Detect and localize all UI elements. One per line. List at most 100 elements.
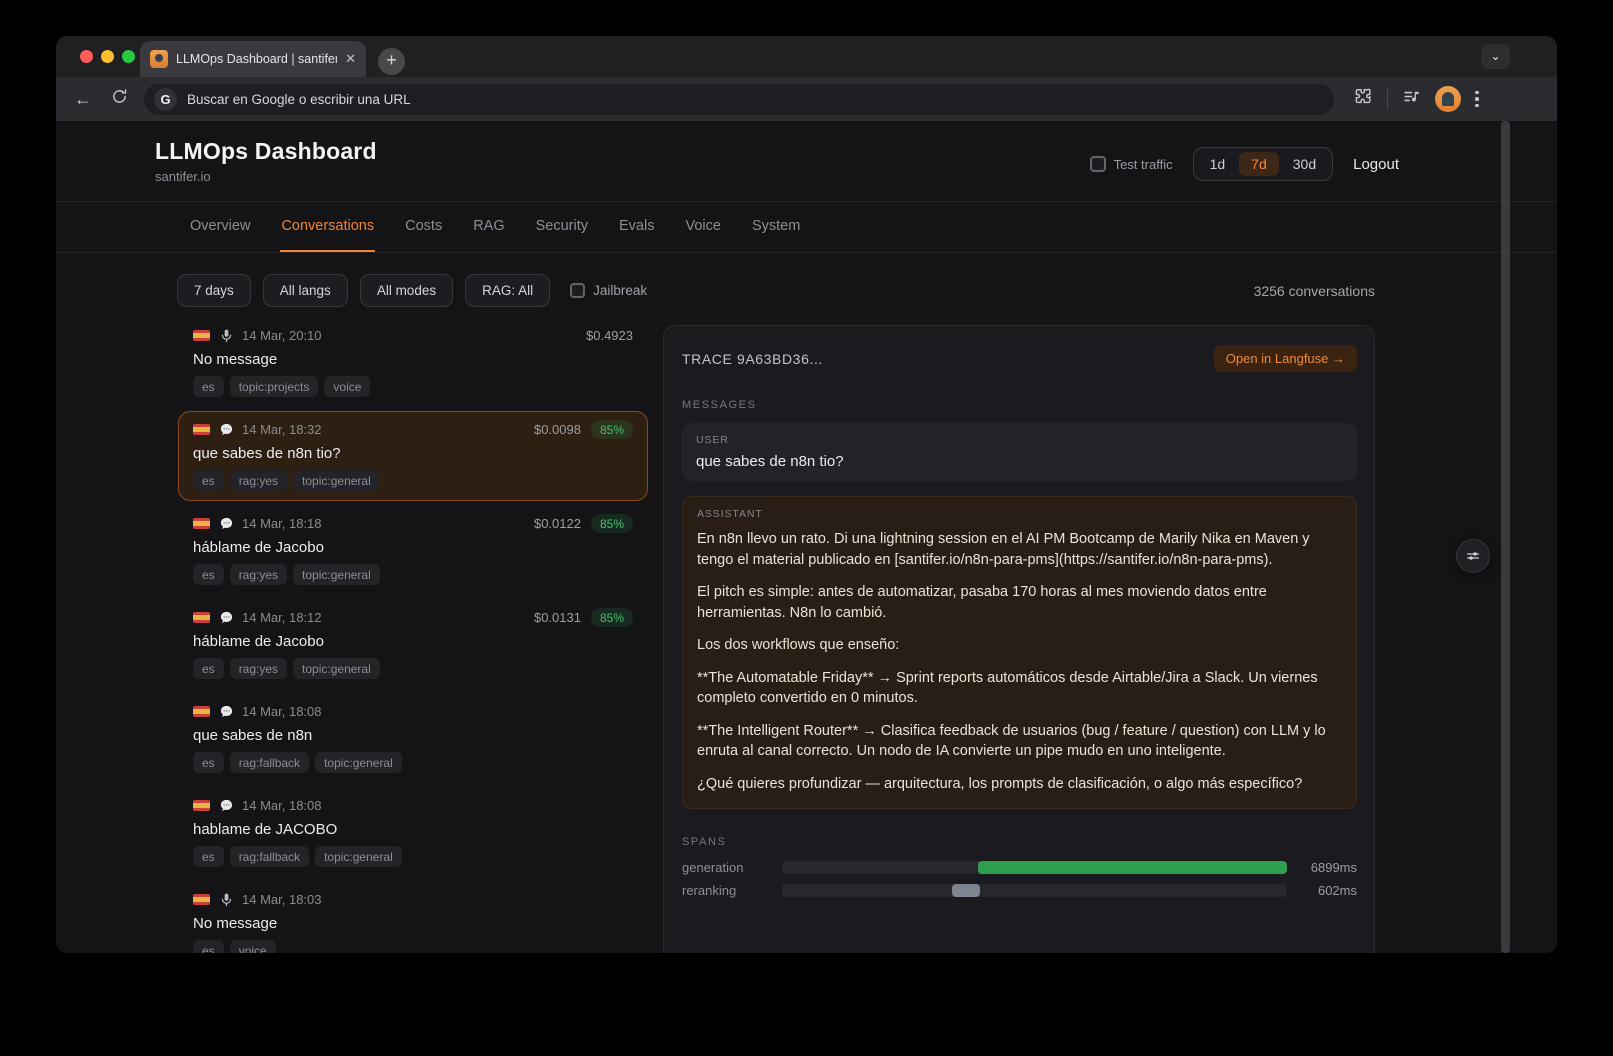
range-option-1d[interactable]: 1d bbox=[1198, 152, 1238, 176]
tab-conversations[interactable]: Conversations bbox=[280, 202, 375, 252]
filter-buttons: 7 days All langs All modes RAG: All bbox=[177, 274, 550, 307]
tab-voice[interactable]: Voice bbox=[684, 202, 721, 252]
filter-button-7-days[interactable]: 7 days bbox=[177, 274, 251, 307]
span-name: reranking bbox=[682, 883, 782, 898]
conversation-tags: estopic:projectsvoice bbox=[193, 376, 633, 397]
tab-overview[interactable]: Overview bbox=[189, 202, 251, 252]
assistant-message-text: En n8n llevo un rato. Di una lightning s… bbox=[697, 529, 1342, 794]
tab-rag[interactable]: RAG bbox=[472, 202, 505, 252]
floating-settings-button[interactable] bbox=[1456, 539, 1490, 573]
tag-chip: es bbox=[193, 940, 224, 953]
conversation-count: 3256 conversations bbox=[1254, 283, 1375, 299]
spain-flag-icon bbox=[193, 518, 210, 529]
page-scrollbar[interactable] bbox=[1501, 121, 1510, 953]
jailbreak-toggle[interactable]: Jailbreak bbox=[570, 283, 647, 298]
conversation-tags: esvoice bbox=[193, 940, 633, 953]
conversation-title: háblame de Jacobo bbox=[193, 633, 633, 650]
chat-bubble-icon bbox=[218, 516, 234, 532]
tag-chip: topic:general bbox=[293, 658, 380, 679]
test-traffic-toggle[interactable]: Test traffic bbox=[1090, 156, 1173, 172]
assistant-message-card: ASSISTANT En n8n llevo un rato. Di una l… bbox=[682, 496, 1357, 809]
tab-security[interactable]: Security bbox=[535, 202, 589, 252]
filter-button-all-langs[interactable]: All langs bbox=[263, 274, 348, 307]
conversation-date: 14 Mar, 18:08 bbox=[242, 704, 322, 719]
tag-chip: es bbox=[193, 658, 224, 679]
conversation-list-item[interactable]: 14 Mar, 18:32 $0.0098 85% que sabes de n… bbox=[178, 411, 648, 501]
browser-toolbar: ← G Buscar en Google o escribir una URL bbox=[56, 77, 1557, 121]
tag-chip: topic:general bbox=[315, 752, 402, 773]
browser-menu-icon[interactable] bbox=[1475, 91, 1479, 108]
span-row: reranking 602ms bbox=[682, 883, 1357, 897]
span-duration-value: 6899ms bbox=[1299, 860, 1357, 875]
spain-flag-icon bbox=[193, 894, 210, 905]
conversation-date: 14 Mar, 20:10 bbox=[242, 328, 322, 343]
profile-avatar[interactable] bbox=[1435, 86, 1461, 112]
tag-chip: voice bbox=[230, 940, 276, 953]
media-controls-icon[interactable] bbox=[1402, 87, 1421, 111]
jailbreak-label: Jailbreak bbox=[593, 283, 647, 298]
span-timeline-track bbox=[782, 861, 1287, 874]
close-window-button[interactable] bbox=[80, 50, 93, 63]
close-tab-icon[interactable]: ✕ bbox=[345, 51, 356, 67]
tag-chip: es bbox=[193, 376, 224, 397]
conversation-date: 14 Mar, 18:18 bbox=[242, 516, 322, 531]
google-icon: G bbox=[154, 88, 177, 111]
conversation-list-item[interactable]: 14 Mar, 18:03 No message esvoice bbox=[178, 881, 648, 953]
tag-chip: topic:general bbox=[293, 470, 380, 491]
tab-search-chevron-icon[interactable]: ⌄ bbox=[1481, 44, 1510, 69]
browser-tabstrip: LLMOps Dashboard | santifer.io ✕ + ⌄ bbox=[56, 36, 1557, 77]
filter-button-all-modes[interactable]: All modes bbox=[360, 274, 453, 307]
tag-chip: rag:yes bbox=[230, 658, 287, 679]
tag-chip: topic:general bbox=[293, 564, 380, 585]
tag-chip: topic:general bbox=[315, 846, 402, 867]
conversation-date: 14 Mar, 18:32 bbox=[242, 422, 322, 437]
conversation-date: 14 Mar, 18:08 bbox=[242, 798, 322, 813]
spain-flag-icon bbox=[193, 330, 210, 341]
filter-button-rag-all[interactable]: RAG: All bbox=[465, 274, 550, 307]
conversation-list-item[interactable]: 14 Mar, 18:12 $0.0131 85% háblame de Jac… bbox=[178, 599, 648, 689]
browser-tab[interactable]: LLMOps Dashboard | santifer.io ✕ bbox=[140, 41, 366, 77]
assistant-role-label: ASSISTANT bbox=[697, 508, 1342, 520]
url-bar[interactable]: G Buscar en Google o escribir una URL bbox=[144, 84, 1334, 115]
open-in-langfuse-button[interactable]: Open in Langfuse → bbox=[1214, 345, 1357, 372]
assistant-paragraph: El pitch es simple: antes de automatizar… bbox=[697, 582, 1342, 623]
user-message-card: USER que sabes de n8n tio? bbox=[682, 423, 1357, 481]
chat-bubble-icon bbox=[218, 422, 234, 438]
tab-title: LLMOps Dashboard | santifer.io bbox=[176, 52, 337, 66]
tab-evals[interactable]: Evals bbox=[618, 202, 655, 252]
tab-costs[interactable]: Costs bbox=[404, 202, 443, 252]
jailbreak-checkbox[interactable] bbox=[570, 283, 585, 298]
conversation-list-item[interactable]: 14 Mar, 20:10 $0.4923 No message estopic… bbox=[178, 317, 648, 407]
span-name: generation bbox=[682, 860, 782, 875]
minimize-window-button[interactable] bbox=[101, 50, 114, 63]
test-traffic-checkbox[interactable] bbox=[1090, 156, 1106, 172]
conversation-list-item[interactable]: 14 Mar, 18:08 que sabes de n8n esrag:fal… bbox=[178, 693, 648, 783]
tag-chip: es bbox=[193, 470, 224, 491]
date-range-segmented: 1d7d30d bbox=[1193, 147, 1334, 181]
extensions-icon[interactable] bbox=[1354, 87, 1373, 111]
back-button[interactable]: ← bbox=[72, 89, 94, 110]
tab-system[interactable]: System bbox=[751, 202, 801, 252]
maximize-window-button[interactable] bbox=[122, 50, 135, 63]
conversation-title: que sabes de n8n tio? bbox=[193, 445, 633, 462]
site-favicon bbox=[150, 50, 168, 68]
spain-flag-icon bbox=[193, 612, 210, 623]
logout-button[interactable]: Logout bbox=[1353, 156, 1399, 173]
span-duration-bar bbox=[952, 884, 980, 897]
new-tab-button[interactable]: + bbox=[378, 48, 405, 75]
page-title: LLMOps Dashboard bbox=[155, 138, 377, 165]
range-option-7d[interactable]: 7d bbox=[1239, 152, 1279, 176]
microphone-icon bbox=[218, 328, 234, 344]
conversation-tags: esrag:yestopic:general bbox=[193, 564, 633, 585]
reload-button[interactable] bbox=[108, 88, 130, 110]
conversation-list-item[interactable]: 14 Mar, 18:08 hablame de JACOBO esrag:fa… bbox=[178, 787, 648, 877]
range-option-30d[interactable]: 30d bbox=[1281, 152, 1328, 176]
tag-chip: rag:fallback bbox=[230, 752, 309, 773]
tag-chip: rag:yes bbox=[230, 470, 287, 491]
browser-window: LLMOps Dashboard | santifer.io ✕ + ⌄ ← G… bbox=[56, 36, 1557, 953]
conversation-cost: $0.0131 bbox=[534, 610, 581, 625]
score-badge: 85% bbox=[591, 608, 633, 627]
chat-bubble-icon bbox=[218, 610, 234, 626]
conversation-list-item[interactable]: 14 Mar, 18:18 $0.0122 85% háblame de Jac… bbox=[178, 505, 648, 595]
conversation-tags: esrag:fallbacktopic:general bbox=[193, 752, 633, 773]
